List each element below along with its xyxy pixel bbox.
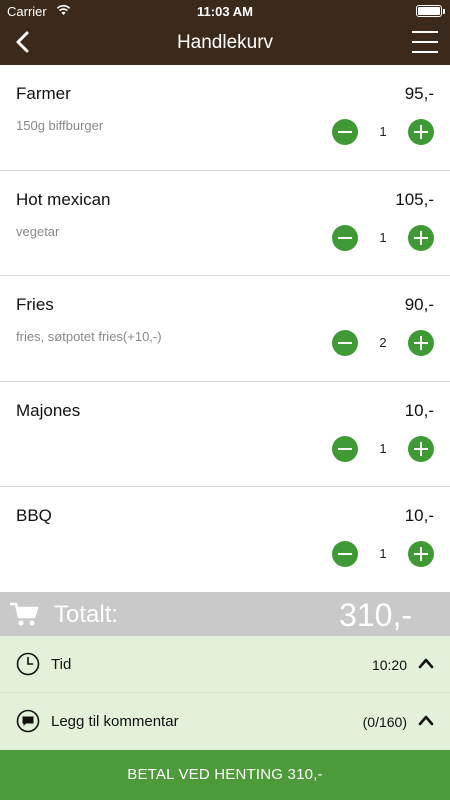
cart-item: Hot mexican 105,- vegetar 1 <box>0 171 450 276</box>
item-name: BBQ <box>16 506 52 525</box>
total-label: Totalt: <box>54 601 119 628</box>
item-name: Fries <box>16 295 54 314</box>
cart-item: Majones 10,- 1 <box>0 382 450 487</box>
decrease-quantity-button[interactable] <box>332 119 358 145</box>
total-amount: 310,- <box>339 597 412 633</box>
item-price: 95,- <box>404 84 434 103</box>
comment-label: Legg til kommentar <box>51 713 179 730</box>
item-price: 10,- <box>404 506 434 525</box>
cart-item: Fries 90,- fries, søtpotet fries(+10,-) … <box>0 276 450 382</box>
item-name: Hot mexican <box>16 189 111 209</box>
decrease-quantity-button[interactable] <box>332 224 358 251</box>
item-quantity: 1 <box>379 124 387 139</box>
item-price: 10,- <box>404 400 434 420</box>
item-price: 90,- <box>404 295 434 314</box>
increase-quantity-button[interactable] <box>408 541 434 567</box>
pay-on-pickup-button[interactable]: BETAL VED HENTING 310,- <box>0 750 450 800</box>
item-quantity: 1 <box>379 229 387 245</box>
pickup-time-row[interactable]: Tid 10:20 <box>0 636 450 693</box>
quantity-stepper: 1 <box>332 224 434 251</box>
increase-quantity-button[interactable] <box>408 224 434 251</box>
item-description: 150g biffburger <box>16 118 104 133</box>
battery-icon <box>416 5 445 17</box>
chevron-up-icon[interactable] <box>418 713 434 727</box>
item-quantity: 1 <box>379 546 387 561</box>
increase-quantity-button[interactable] <box>408 435 434 462</box>
hamburger-menu-icon[interactable] <box>412 29 438 55</box>
status-time: 11:03 AM <box>197 4 253 19</box>
increase-quantity-button[interactable] <box>408 119 434 145</box>
item-description: vegetar <box>16 223 60 239</box>
item-price: 105,- <box>395 189 434 209</box>
chevron-up-icon[interactable] <box>418 656 434 670</box>
decrease-quantity-button[interactable] <box>332 435 358 462</box>
page-title: Handlekurv <box>176 32 274 53</box>
item-name: Majones <box>16 400 81 420</box>
total-bar: Totalt: 310,- <box>0 592 450 636</box>
quantity-stepper: 1 <box>332 541 434 567</box>
decrease-quantity-button[interactable] <box>332 330 358 356</box>
item-description: fries, søtpotet fries(+10,-) <box>16 329 162 344</box>
decrease-quantity-button[interactable] <box>332 541 358 567</box>
quantity-stepper: 2 <box>332 330 434 356</box>
clock-icon <box>16 652 40 676</box>
status-bar: Carrier 11:03 AM <box>0 0 450 22</box>
speech-bubble-icon <box>16 709 40 733</box>
nav-bar: Handlekurv <box>0 22 450 65</box>
shopping-cart-icon <box>10 602 39 626</box>
pickup-time-label: Tid <box>51 656 72 673</box>
quantity-stepper: 1 <box>332 119 434 145</box>
comment-row[interactable]: Legg til kommentar (0/160) <box>0 693 450 750</box>
increase-quantity-button[interactable] <box>408 330 434 356</box>
comment-counter: (0/160) <box>362 714 407 730</box>
cart-item: Farmer 95,- 150g biffburger 1 <box>0 65 450 171</box>
item-name: Farmer <box>16 84 71 103</box>
pickup-time-value: 10:20 <box>371 657 407 673</box>
cart-items-list: Farmer 95,- 150g biffburger 1 Hot mexica… <box>0 65 450 593</box>
item-quantity: 2 <box>379 335 387 350</box>
cart-item: BBQ 10,- 1 <box>0 487 450 593</box>
item-quantity: 1 <box>379 440 387 456</box>
quantity-stepper: 1 <box>332 435 434 462</box>
